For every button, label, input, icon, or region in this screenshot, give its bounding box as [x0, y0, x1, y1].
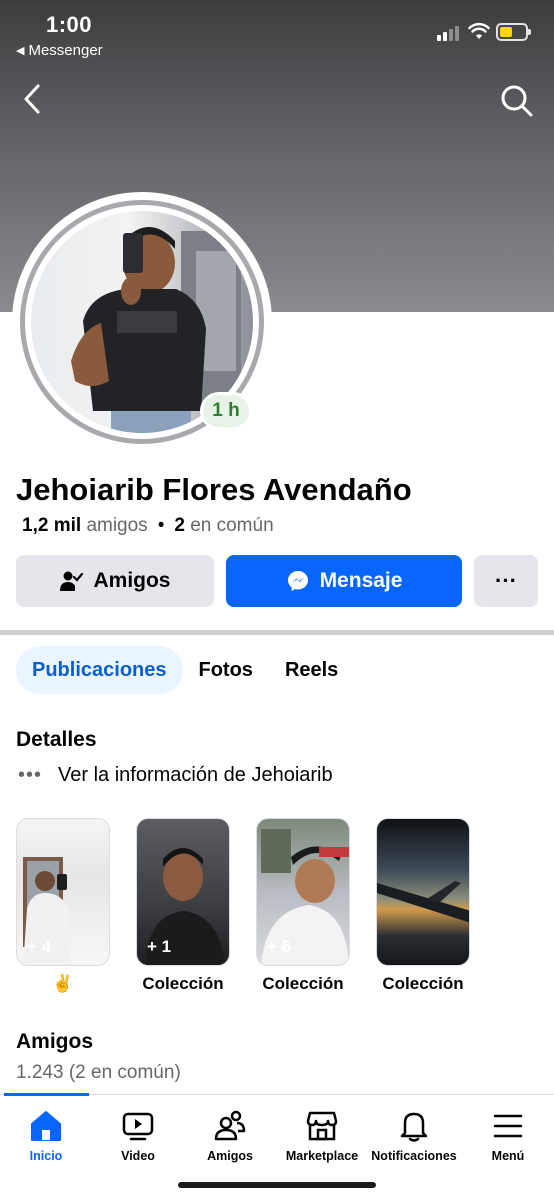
- nav-video[interactable]: Video: [92, 1109, 184, 1163]
- friends-icon: [214, 1110, 246, 1141]
- battery-icon: [496, 23, 531, 41]
- nav-notifications[interactable]: Notificaciones: [368, 1109, 460, 1163]
- featured-thumbnail: + 1: [136, 818, 230, 966]
- tab-reels[interactable]: Reels: [269, 646, 354, 694]
- nav-label: Amigos: [207, 1149, 253, 1163]
- message-button-label: Mensaje: [319, 569, 403, 592]
- friends-section-subtitle[interactable]: 1.243 (2 en común): [16, 1062, 181, 1084]
- featured-thumbnail: + 4: [16, 818, 110, 966]
- featured-count: + 4: [27, 937, 52, 956]
- featured-count: + 1: [147, 937, 172, 956]
- section-divider: [0, 630, 554, 635]
- messenger-icon: [287, 571, 308, 591]
- featured-count: + 6: [267, 937, 292, 956]
- video-icon: [122, 1112, 154, 1141]
- status-bar: 1:00 ◀ Messenger: [0, 0, 554, 70]
- back-app-label: Messenger: [28, 42, 103, 59]
- tab-fotos[interactable]: Fotos: [183, 646, 269, 694]
- nav-friends[interactable]: Amigos: [184, 1109, 276, 1163]
- more-options-icon: ···: [495, 568, 517, 593]
- tab-publicaciones[interactable]: Publicaciones: [16, 646, 183, 694]
- bell-icon: [400, 1112, 428, 1142]
- friend-check-icon: [60, 571, 84, 591]
- home-icon: [31, 1111, 61, 1141]
- featured-label: Colección: [262, 974, 344, 993]
- featured-image: [377, 881, 469, 923]
- nav-label: Marketplace: [285, 1149, 359, 1163]
- featured-label: ✌️: [52, 974, 74, 993]
- status-time: 1:00: [46, 12, 93, 37]
- back-triangle-icon: ◀: [16, 45, 25, 57]
- nav-label: Video: [121, 1149, 155, 1163]
- featured-collection[interactable]: + 1 Colección: [136, 818, 230, 994]
- mutual-label: en común: [190, 515, 274, 536]
- featured-label: Colección: [382, 974, 464, 993]
- nav-label: Menú: [491, 1149, 525, 1163]
- featured-collection[interactable]: + 6 Colección: [256, 818, 350, 994]
- mutual-count: 2: [174, 515, 185, 536]
- see-info-link[interactable]: ••• Ver la información de Jehoiarib: [18, 764, 333, 787]
- search-icon[interactable]: [498, 82, 534, 118]
- nav-home[interactable]: Inicio: [0, 1109, 92, 1163]
- home-indicator: [178, 1182, 376, 1188]
- friends-count: 1,2 mil: [22, 515, 82, 536]
- featured-collection[interactable]: + 4 ✌️: [16, 818, 110, 994]
- wifi-icon: [468, 22, 490, 39]
- menu-icon: [493, 1114, 523, 1138]
- story-time-badge[interactable]: 1 h: [200, 392, 252, 430]
- nav-menu[interactable]: Menú: [462, 1109, 554, 1163]
- featured-label: Colección: [142, 974, 224, 993]
- details-title: Detalles: [16, 728, 97, 751]
- friends-stats[interactable]: 1,2 mil amigos • 2 en común: [22, 515, 274, 537]
- more-dots-icon: •••: [18, 764, 43, 786]
- friends-section-title: Amigos: [16, 1030, 94, 1053]
- see-info-label: Ver la información de Jehoiarib: [58, 764, 333, 786]
- back-arrow-icon[interactable]: [18, 82, 48, 116]
- active-tab-indicator: [4, 1093, 89, 1096]
- profile-tabs: Publicaciones Fotos Reels: [16, 646, 354, 694]
- friends-label: amigos: [86, 515, 148, 536]
- nav-marketplace[interactable]: Marketplace: [276, 1109, 368, 1163]
- featured-thumbnail: [376, 818, 470, 966]
- featured-thumbnail: + 6: [256, 818, 350, 966]
- separator-dot: •: [157, 515, 165, 536]
- featured-collection[interactable]: Colección: [376, 818, 470, 994]
- friends-button-label: Amigos: [93, 569, 171, 592]
- marketplace-icon: [306, 1111, 338, 1141]
- message-button[interactable]: Mensaje: [226, 555, 462, 607]
- cellular-signal-icon: [437, 26, 459, 41]
- nav-label: Inicio: [29, 1149, 63, 1163]
- back-to-app-link[interactable]: ◀ Messenger: [16, 42, 103, 59]
- more-options-button[interactable]: ···: [474, 555, 538, 607]
- profile-name: Jehoiarib Flores Avendaño: [16, 472, 412, 507]
- nav-label: Notificaciones: [371, 1149, 457, 1163]
- friends-button[interactable]: Amigos: [16, 555, 214, 607]
